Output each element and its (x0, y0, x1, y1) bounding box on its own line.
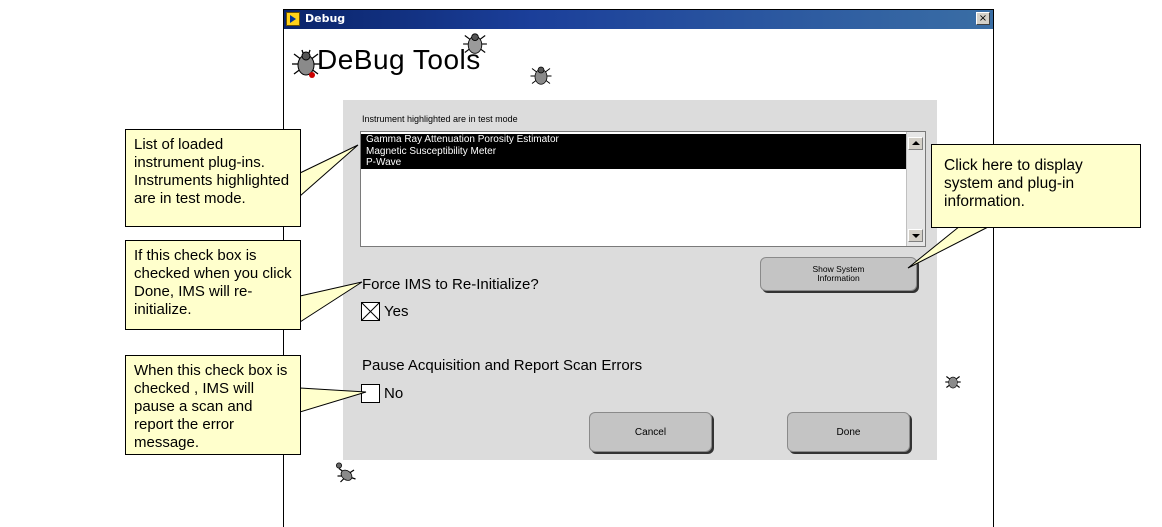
callout-instrument-list: List of loaded instrument plug-ins. Inst… (125, 129, 301, 227)
callout-show-system-info: Click here to display system and plug-in… (931, 144, 1141, 228)
callout-pause-acquisition: When this check box is checked , IMS wil… (125, 355, 301, 455)
callout-force-reinit: If this check box is checked when you cl… (125, 240, 301, 330)
